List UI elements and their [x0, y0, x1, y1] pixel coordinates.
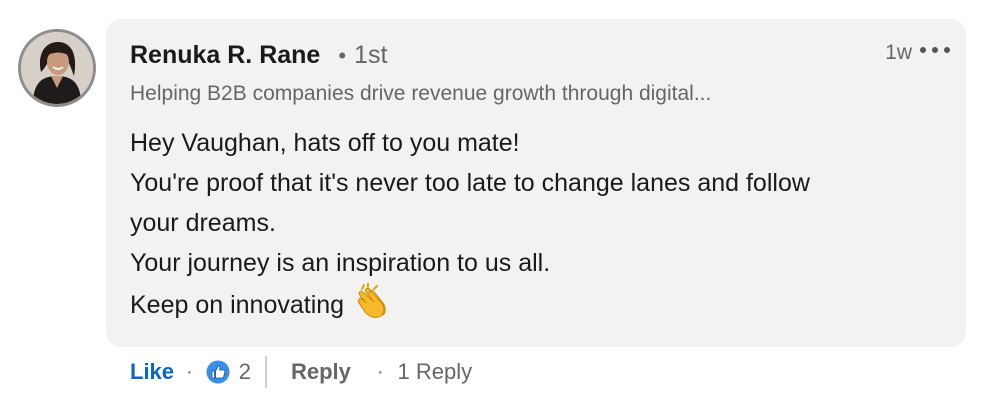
comment-bubble: Renuka R. Rane • 1st 1w Helping B2B comp… — [106, 19, 966, 347]
clapping-hands-icon — [354, 283, 390, 319]
comment-text: Hey Vaughan, hats off to you mate! You'r… — [130, 123, 950, 325]
comment-line-last: Keep on innovating — [130, 283, 950, 325]
comment-line-text: Keep on innovating — [130, 291, 345, 319]
author-avatar[interactable] — [18, 29, 96, 107]
like-thumbs-up-icon[interactable] — [205, 359, 231, 385]
more-dot — [932, 47, 938, 53]
name-separator-dot: • — [338, 43, 347, 68]
comment-timestamp: 1w — [885, 41, 912, 64]
more-dot — [944, 47, 950, 53]
actions-separator-dot: · — [186, 360, 193, 383]
more-dot — [920, 47, 926, 53]
comment-line: Hey Vaughan, hats off to you mate! — [130, 129, 520, 157]
comment-line: You're proof that it's never too late to… — [130, 169, 810, 197]
comment-line: your dreams. — [130, 209, 276, 237]
actions-divider — [264, 356, 267, 388]
author-avatar-image — [21, 32, 93, 104]
replies-count-link[interactable]: 1 Reply — [398, 359, 473, 385]
connection-degree: 1st — [354, 41, 388, 69]
more-options-icon[interactable] — [920, 43, 950, 57]
author-headline: Helping B2B companies drive revenue grow… — [130, 82, 712, 105]
actions-separator-dot: · — [376, 360, 384, 383]
author-name[interactable]: Renuka R. Rane — [130, 41, 320, 70]
reaction-count[interactable]: 2 — [239, 359, 251, 385]
reply-button[interactable]: Reply — [291, 359, 351, 385]
comment-actions-bar: Like · 2 Reply · 1 Reply — [130, 354, 472, 390]
author-row: Renuka R. Rane • 1st — [130, 41, 387, 70]
comment-line: Your journey is an inspiration to us all… — [130, 249, 551, 277]
like-button[interactable]: Like — [130, 359, 174, 385]
